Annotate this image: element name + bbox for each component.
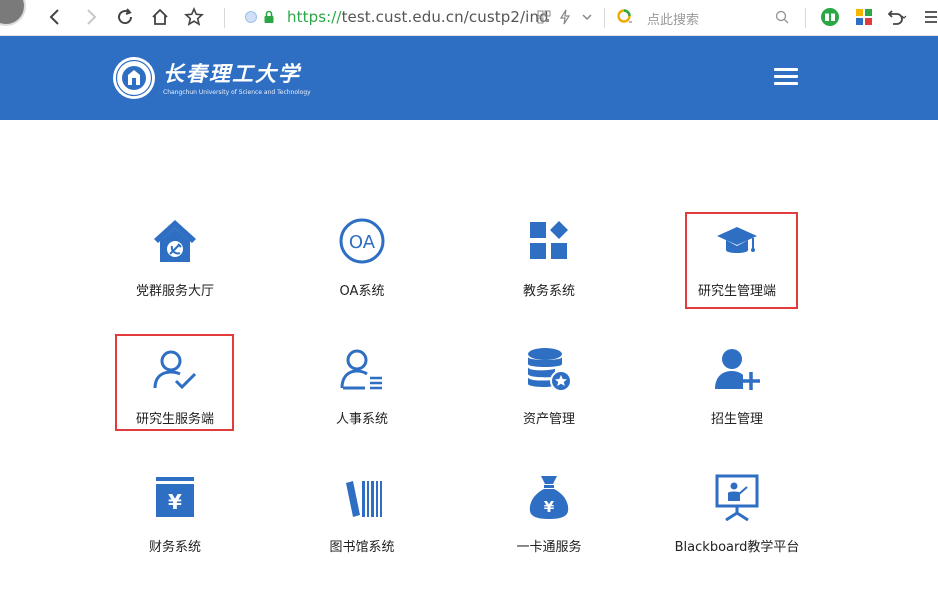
site-header: 长春理工大学 Changchun University of Science a… [0,36,938,120]
qr-icon[interactable] [533,6,555,28]
books-icon [337,472,387,522]
party-home-icon [150,216,200,266]
svg-text:¥: ¥ [168,490,182,514]
tile-label: OA系统 [339,284,385,299]
search-engine-icon[interactable] [614,6,636,28]
university-seal-logo[interactable] [112,56,156,100]
tile-label: 一卡通服务 [516,540,582,555]
tile-library-system[interactable]: 图书馆系统 [287,472,437,572]
tile-party-service-hall[interactable]: 党群服务大厅 [100,216,250,316]
lock-icon [258,6,280,28]
university-name-en: Changchun University of Science and Tech… [163,89,311,96]
tile-label: 人事系统 [335,412,388,427]
tile-admissions[interactable]: 招生管理 [662,344,812,444]
undo-icon[interactable] [885,6,907,28]
menu-bar [774,75,798,78]
home-icon[interactable] [149,6,171,28]
tile-academic-affairs[interactable]: 教务系统 [474,216,624,316]
apps-icon[interactable] [853,6,875,28]
browser-toolbar: https://test.cust.edu.cn/custp2/ind 点此搜索 [0,0,938,36]
search-input[interactable]: 点此搜索 [647,9,699,28]
tile-personnel-system[interactable]: 人事系统 [287,344,437,444]
reload-icon[interactable] [114,6,136,28]
tile-oa-system[interactable]: OA OA系统 [287,216,437,316]
tile-label: 招生管理 [710,412,763,427]
avatar[interactable] [0,0,26,26]
menu-bar [774,82,798,85]
reader-icon[interactable] [819,6,841,28]
highlight-box [685,212,798,309]
tile-label: 图书馆系统 [329,540,395,555]
user-list-icon [337,344,387,394]
database-icon [524,344,574,394]
menu-icon[interactable] [919,6,938,28]
forward-icon[interactable] [80,6,102,28]
tile-label: 党群服务大厅 [135,284,214,299]
tile-label: 教务系统 [522,284,575,299]
address-bar-url[interactable]: https://test.cust.edu.cn/custp2/ind [287,8,549,26]
oa-icon: OA [337,216,387,266]
chevron-down-icon[interactable] [576,6,598,28]
bolt-icon[interactable] [554,6,576,28]
back-icon[interactable] [44,6,66,28]
svg-text:OA: OA [349,232,376,253]
toolbar-divider [805,8,806,28]
presentation-board-icon [712,472,762,522]
money-bag-icon: ¥ [524,472,574,522]
finance-box-icon: ¥ [150,472,200,522]
svg-text:¥: ¥ [544,498,555,516]
search-icon[interactable] [771,6,793,28]
highlight-box [115,334,234,431]
tile-blackboard-platform[interactable]: Blackboard教学平台 [662,472,812,572]
tile-label: 财务系统 [148,540,201,555]
toolbar-divider [604,8,605,28]
user-plus-icon [712,344,762,394]
tile-asset-management[interactable]: 资产管理 [474,344,624,444]
apps-grid-icon [524,216,574,266]
university-name: 长春理工大学 [163,61,301,86]
hamburger-menu-button[interactable] [772,66,800,88]
tile-campus-card[interactable]: ¥ 一卡通服务 [474,472,624,572]
toolbar-divider [224,8,225,28]
tile-finance-system[interactable]: ¥ 财务系统 [100,472,250,572]
tile-label: 资产管理 [522,412,575,427]
menu-bar [774,68,798,71]
star-icon[interactable] [183,6,205,28]
tile-label: Blackboard教学平台 [674,540,800,555]
